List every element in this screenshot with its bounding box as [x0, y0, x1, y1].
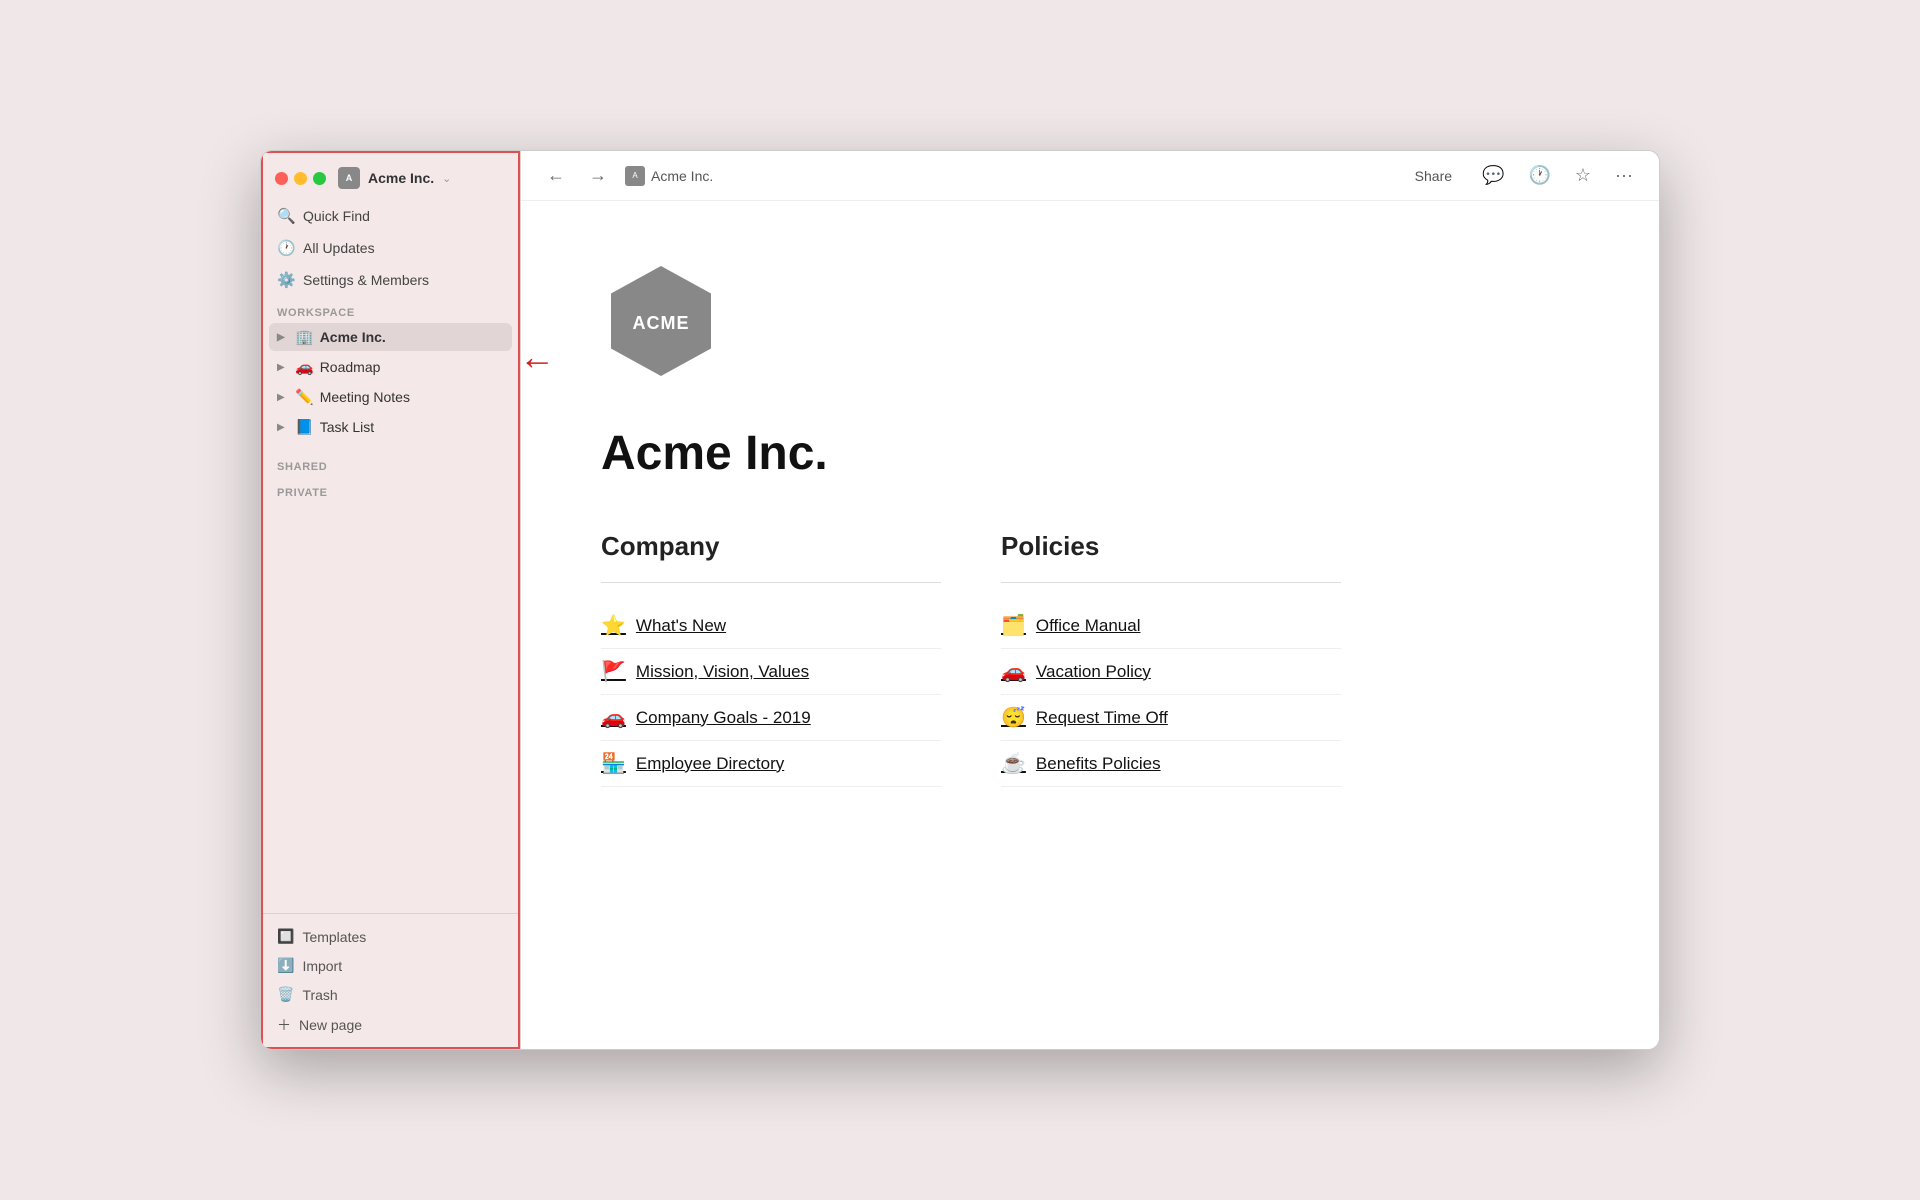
- policies-column: Policies 🗂️ Office Manual 🚗 Vacation Pol…: [1001, 531, 1341, 787]
- sidebar-bottom: 🔲 Templates ⬇️ Import 🗑️ Trash ＋ New pag…: [261, 913, 520, 1049]
- company-section-title: Company: [601, 531, 941, 562]
- breadcrumb-label: Acme Inc.: [651, 168, 713, 184]
- star-icon: ⭐: [601, 613, 626, 638]
- import-icon: ⬇️: [277, 957, 294, 974]
- sidebar-item-settings[interactable]: ⚙️ Settings & Members: [269, 265, 512, 295]
- page-title: Acme Inc.: [601, 426, 1341, 481]
- more-button[interactable]: ···: [1609, 161, 1639, 190]
- meeting-notes-label: Meeting Notes: [320, 389, 410, 405]
- sidebar-nav: 🔍 Quick Find 🕐 All Updates ⚙️ Settings &…: [261, 201, 520, 295]
- policies-section-title: Policies: [1001, 531, 1341, 562]
- new-page-label: New page: [299, 1017, 362, 1033]
- main-content: ← → A Acme Inc. Share 💬 🕐 ☆ ···: [521, 151, 1659, 1049]
- close-button[interactable]: [275, 172, 288, 185]
- history-button[interactable]: 🕐: [1522, 161, 1556, 190]
- plus-icon: ＋: [277, 1015, 291, 1035]
- expand-arrow-icon: ▶: [277, 422, 289, 433]
- share-button[interactable]: Share: [1403, 163, 1464, 189]
- expand-arrow-icon: ▶: [277, 392, 289, 403]
- sidebar-item-all-updates[interactable]: 🕐 All Updates: [269, 233, 512, 263]
- topbar: ← → A Acme Inc. Share 💬 🕐 ☆ ···: [521, 151, 1659, 201]
- sidebar-item-templates[interactable]: 🔲 Templates: [269, 922, 512, 951]
- link-request-time-off[interactable]: 😴 Request Time Off: [1001, 695, 1341, 741]
- settings-label: Settings & Members: [303, 272, 429, 288]
- minimize-button[interactable]: [294, 172, 307, 185]
- link-vacation-policy[interactable]: 🚗 Vacation Policy: [1001, 649, 1341, 695]
- workspace-switcher[interactable]: A Acme Inc. ⌄: [338, 167, 506, 189]
- acme-inc-label: Acme Inc.: [320, 329, 386, 345]
- titlebar: A Acme Inc. ⌄: [261, 151, 520, 201]
- templates-label: Templates: [302, 929, 366, 945]
- coffee-icon: ☕: [1001, 751, 1026, 776]
- link-office-manual[interactable]: 🗂️ Office Manual: [1001, 603, 1341, 649]
- breadcrumb-icon: A: [625, 166, 645, 186]
- company-column: Company ⭐ What's New 🚩 Mission, Vision, …: [601, 531, 941, 787]
- link-whats-new[interactable]: ⭐ What's New: [601, 603, 941, 649]
- acme-logo: ACME: [601, 261, 721, 381]
- sleepy-icon: 😴: [1001, 705, 1026, 730]
- building-icon: 🏪: [601, 751, 626, 776]
- workspace-name-label: Acme Inc.: [368, 170, 434, 186]
- page-body: ACME Acme Inc. Company ⭐ What's New 🚩: [521, 201, 1421, 847]
- trash-label: Trash: [302, 987, 337, 1003]
- link-benefits-policies[interactable]: ☕ Benefits Policies: [1001, 741, 1341, 787]
- comment-button[interactable]: 💬: [1476, 161, 1510, 190]
- workspace-section-label: WORKSPACE: [261, 295, 520, 323]
- gear-icon: ⚙️: [277, 271, 295, 289]
- all-updates-label: All Updates: [303, 240, 375, 256]
- page-logo: ACME: [601, 261, 1341, 386]
- sidebar-item-meeting-notes[interactable]: ▶ ✏️ Meeting Notes: [269, 383, 512, 411]
- shared-section-label: SHARED: [277, 453, 504, 475]
- sidebar-item-quick-find[interactable]: 🔍 Quick Find: [269, 201, 512, 231]
- back-button[interactable]: ←: [541, 161, 571, 190]
- chevron-down-icon: ⌄: [442, 172, 451, 185]
- svg-text:ACME: ACME: [633, 313, 690, 333]
- favorite-button[interactable]: ☆: [1569, 161, 1597, 190]
- task-list-label: Task List: [320, 419, 374, 435]
- sidebar-item-acme-inc[interactable]: ▶ 🏢 Acme Inc.: [269, 323, 512, 351]
- sidebar-item-task-list[interactable]: ▶ 📘 Task List: [269, 413, 512, 441]
- link-employee-directory[interactable]: 🏪 Employee Directory: [601, 741, 941, 787]
- car2-icon: 🚗: [1001, 659, 1026, 684]
- car-icon: 🚗: [601, 705, 626, 730]
- clock-icon: 🕐: [277, 239, 295, 257]
- quick-find-label: Quick Find: [303, 208, 370, 224]
- link-mission[interactable]: 🚩 Mission, Vision, Values: [601, 649, 941, 695]
- maximize-button[interactable]: [313, 172, 326, 185]
- topbar-actions: Share 💬 🕐 ☆ ···: [1403, 161, 1639, 190]
- search-icon: 🔍: [277, 207, 295, 225]
- expand-arrow-icon: ▶: [277, 332, 289, 343]
- flag-icon: 🚩: [601, 659, 626, 684]
- forward-button[interactable]: →: [583, 161, 613, 190]
- breadcrumb: A Acme Inc.: [625, 166, 713, 186]
- import-label: Import: [302, 958, 342, 974]
- templates-icon: 🔲: [277, 928, 294, 945]
- new-page-button[interactable]: ＋ New page: [269, 1009, 512, 1041]
- sidebar-item-trash[interactable]: 🗑️ Trash: [269, 980, 512, 1009]
- expand-arrow-icon: ▶: [277, 362, 289, 373]
- link-company-goals[interactable]: 🚗 Company Goals - 2019: [601, 695, 941, 741]
- sidebar-item-import[interactable]: ⬇️ Import: [269, 951, 512, 980]
- folder-icon: 🗂️: [1001, 613, 1026, 638]
- workspace-icon: A: [338, 167, 360, 189]
- roadmap-label: Roadmap: [320, 359, 381, 375]
- red-arrow-indicator: ←: [519, 336, 555, 378]
- private-section-label: PRIVATE: [277, 483, 504, 501]
- workspace-tree: ▶ 🏢 Acme Inc. ▶ 🚗 Roadmap ▶ ✏️ Meeting N…: [261, 323, 520, 441]
- two-col-layout: Company ⭐ What's New 🚩 Mission, Vision, …: [601, 531, 1341, 787]
- trash-icon: 🗑️: [277, 986, 294, 1003]
- sidebar: A Acme Inc. ⌄ 🔍 Quick Find 🕐 All Updates…: [261, 151, 521, 1049]
- sidebar-item-roadmap[interactable]: ▶ 🚗 Roadmap: [269, 353, 512, 381]
- traffic-lights: [275, 172, 326, 185]
